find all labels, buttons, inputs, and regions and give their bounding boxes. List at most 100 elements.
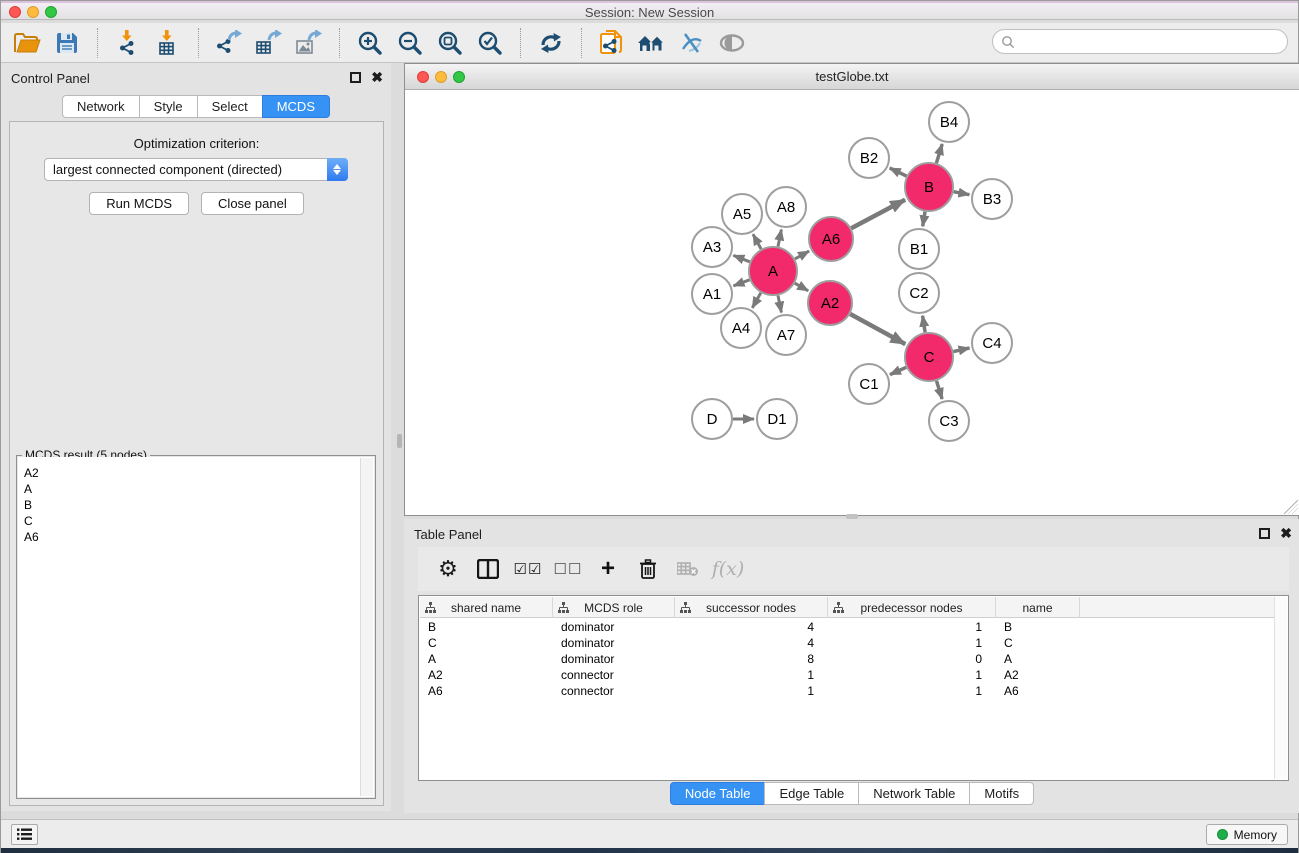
edge-A-A6[interactable] <box>795 251 809 259</box>
result-list-scrollbar[interactable] <box>360 458 373 796</box>
node-C2[interactable]: C2 <box>899 273 939 313</box>
table-cell[interactable]: C <box>1004 635 1078 651</box>
table-cell[interactable]: A2 <box>428 667 551 683</box>
zoom-selected-button[interactable] <box>470 26 510 60</box>
column-header-successor-nodes[interactable]: successor nodes <box>675 597 828 618</box>
result-list-item[interactable]: C <box>18 513 374 529</box>
table-cell[interactable]: connector <box>561 667 673 683</box>
refresh-view-button[interactable] <box>531 26 571 60</box>
edge-A6-B[interactable] <box>851 200 905 229</box>
table-row[interactable]: A6connector11A6 <box>420 683 1274 699</box>
edge-C-C1[interactable] <box>890 367 906 374</box>
export-image-button[interactable] <box>289 26 329 60</box>
table-cell[interactable]: B <box>1004 619 1078 635</box>
column-header-MCDS-role[interactable]: MCDS role <box>553 597 675 618</box>
edge-C-C4[interactable] <box>953 348 969 352</box>
table-cell[interactable]: A <box>1004 651 1078 667</box>
node-A[interactable]: A <box>749 247 797 295</box>
tab-mcds[interactable]: MCDS <box>262 95 330 118</box>
edge-C-C2[interactable] <box>923 316 926 333</box>
edge-A-A5[interactable] <box>753 234 761 249</box>
zoom-in-button[interactable] <box>350 26 390 60</box>
run-mcds-button[interactable]: Run MCDS <box>89 192 189 215</box>
column-header-predecessor-nodes[interactable]: predecessor nodes <box>828 597 996 618</box>
table-cell[interactable]: A6 <box>428 683 551 699</box>
table-cell[interactable]: 1 <box>675 667 814 683</box>
edge-A-A8[interactable] <box>778 230 781 247</box>
edge-A-A3[interactable] <box>733 255 749 261</box>
open-session-button[interactable] <box>7 26 47 60</box>
node-C3[interactable]: C3 <box>929 401 969 441</box>
node-C[interactable]: C <box>905 333 953 381</box>
deselect-all-checkboxes-button[interactable]: ☐☐ <box>550 552 586 586</box>
export-table-button[interactable] <box>249 26 289 60</box>
table-cell[interactable]: 4 <box>675 635 814 651</box>
tab-network[interactable]: Network <box>62 95 139 118</box>
show-graphics-details-button[interactable] <box>712 26 752 60</box>
table-row[interactable]: Cdominator41 C <box>420 635 1274 651</box>
network-window-titlebar[interactable]: testGlobe.txt <box>405 64 1299 90</box>
import-table-button[interactable] <box>148 26 188 60</box>
table-cell[interactable]: 1 <box>828 635 982 651</box>
node-A1[interactable]: A1 <box>692 274 732 314</box>
add-row-button[interactable]: + <box>590 552 626 586</box>
node-A4[interactable]: A4 <box>721 308 761 348</box>
optimization-criterion-dropdown[interactable]: largest connected component (directed) <box>44 158 348 181</box>
table-cell[interactable]: 4 <box>675 619 814 635</box>
node-C1[interactable]: C1 <box>849 364 889 404</box>
table-row[interactable]: Bdominator41B <box>420 619 1274 635</box>
hide-graphics-details-button[interactable] <box>672 26 712 60</box>
result-list-item[interactable]: A2 <box>18 465 374 481</box>
tab-network-table[interactable]: Network Table <box>858 782 969 805</box>
node-B3[interactable]: B3 <box>972 179 1012 219</box>
table-cell[interactable]: A <box>428 651 551 667</box>
table-cell[interactable]: 0 <box>828 651 982 667</box>
node-A5[interactable]: A5 <box>722 194 762 234</box>
close-panel-button[interactable]: Close panel <box>201 192 304 215</box>
node-B[interactable]: B <box>905 163 953 211</box>
node-D1[interactable]: D1 <box>757 399 797 439</box>
table-cell[interactable]: 1 <box>675 683 814 699</box>
edge-C-C3[interactable] <box>937 381 943 399</box>
node-C4[interactable]: C4 <box>972 323 1012 363</box>
result-list-item[interactable]: A <box>18 481 374 497</box>
table-cell[interactable]: dominator <box>561 619 673 635</box>
edge-A-A4[interactable] <box>752 293 761 308</box>
node-D[interactable]: D <box>692 399 732 439</box>
zoom-out-button[interactable] <box>390 26 430 60</box>
table-cell[interactable]: A2 <box>1004 667 1078 683</box>
node-A8[interactable]: A8 <box>766 187 806 227</box>
export-network-button[interactable] <box>209 26 249 60</box>
home-layout-button[interactable] <box>632 26 672 60</box>
node-A7[interactable]: A7 <box>766 315 806 355</box>
delete-row-button[interactable] <box>630 552 666 586</box>
import-network-button[interactable] <box>108 26 148 60</box>
memory-button[interactable]: Memory <box>1206 824 1288 845</box>
table-cell[interactable]: 8 <box>675 651 814 667</box>
edge-A-A2[interactable] <box>795 283 808 291</box>
column-header-shared-name[interactable]: shared name <box>420 597 553 618</box>
search-input[interactable] <box>992 29 1288 54</box>
table-cell[interactable]: 1 <box>828 667 982 683</box>
node-B4[interactable]: B4 <box>929 102 969 142</box>
table-cell[interactable]: C <box>428 635 551 651</box>
table-cell[interactable]: A6 <box>1004 683 1078 699</box>
float-panel-icon[interactable] <box>350 72 361 83</box>
float-table-panel-icon[interactable] <box>1259 528 1270 539</box>
duplicate-network-view-button[interactable] <box>592 26 632 60</box>
edge-A-A7[interactable] <box>778 296 781 313</box>
edge-A-A1[interactable] <box>734 280 750 286</box>
table-cell[interactable]: connector <box>561 683 673 699</box>
table-cell[interactable]: dominator <box>561 635 673 651</box>
network-canvas[interactable]: ABCA6A2A5A8A3A1A4A7B2B4B3B1C2C4C1C3DD1 <box>405 90 1299 515</box>
table-cell[interactable]: 1 <box>828 619 982 635</box>
tab-edge-table[interactable]: Edge Table <box>764 782 858 805</box>
table-cell[interactable]: 1 <box>828 683 982 699</box>
tab-select[interactable]: Select <box>197 95 262 118</box>
table-scrollbar[interactable] <box>1274 597 1287 779</box>
tab-motifs[interactable]: Motifs <box>969 782 1034 805</box>
close-panel-icon[interactable]: ✖ <box>371 72 383 83</box>
select-all-checkboxes-button[interactable]: ☑☑ <box>510 552 546 586</box>
close-table-panel-icon[interactable]: ✖ <box>1280 528 1292 539</box>
vertical-divider-handle[interactable] <box>397 434 402 448</box>
